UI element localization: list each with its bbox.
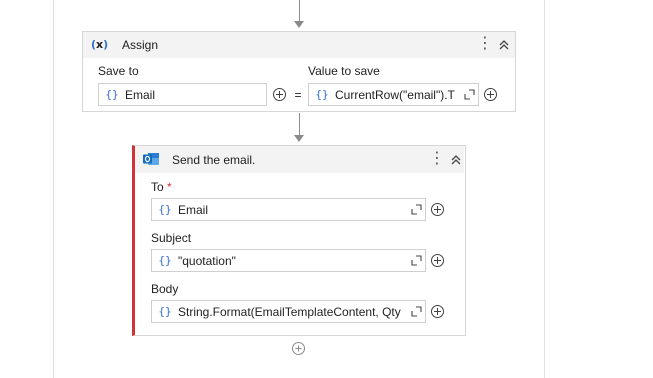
connector-line xyxy=(299,0,300,22)
expression-braces-icon: {} xyxy=(158,203,172,216)
assign-activity[interactable]: (x) Assign ⋮ Save to Value to save {} Em… xyxy=(82,31,516,112)
equals-sign: = xyxy=(294,88,302,102)
connector-line xyxy=(299,113,300,136)
save-to-plus-button[interactable] xyxy=(268,83,290,106)
value-to-save-value[interactable]: CurrentRow("email").T xyxy=(335,88,460,102)
add-activity-button[interactable] xyxy=(292,342,305,355)
to-plus-button[interactable] xyxy=(426,198,448,221)
collapse-icon[interactable] xyxy=(449,153,463,167)
body-value[interactable]: String.Format(EmailTemplateContent, Qty xyxy=(178,305,407,319)
more-options-icon[interactable]: ⋮ xyxy=(429,151,445,167)
outlook-icon xyxy=(143,152,160,166)
to-label-text: To xyxy=(151,180,164,194)
to-label: To * xyxy=(151,180,172,194)
plus-circle-icon xyxy=(430,254,444,267)
body-plus-button[interactable] xyxy=(426,300,448,323)
expression-braces-icon: {} xyxy=(158,254,172,267)
plus-circle-icon xyxy=(272,88,286,101)
required-marker: * xyxy=(167,180,172,194)
subject-field[interactable]: {} "quotation" xyxy=(151,249,426,272)
expand-icon[interactable] xyxy=(460,89,478,100)
subject-label: Subject xyxy=(151,231,192,245)
save-to-field[interactable]: {} Email xyxy=(98,83,267,106)
save-to-value[interactable]: Email xyxy=(125,88,266,102)
subject-plus-button[interactable] xyxy=(426,249,448,272)
body-field[interactable]: {} String.Format(EmailTemplateContent, Q… xyxy=(151,300,426,323)
expression-braces-icon: {} xyxy=(158,305,172,318)
more-options-icon[interactable]: ⋮ xyxy=(477,36,493,52)
expression-braces-icon: {} xyxy=(105,88,119,101)
send-email-activity[interactable]: Send the email. ⋮ To * {} Email Subject … xyxy=(132,145,466,336)
expand-icon[interactable] xyxy=(407,306,425,317)
expression-braces-icon: {} xyxy=(315,88,329,101)
expand-icon[interactable] xyxy=(407,255,425,266)
plus-icon xyxy=(295,345,302,352)
value-to-save-field[interactable]: {} CurrentRow("email").T xyxy=(308,83,479,106)
plus-circle-icon xyxy=(483,88,497,101)
connector-arrow xyxy=(294,135,304,142)
collapse-icon[interactable] xyxy=(497,38,511,52)
value-to-save-label: Value to save xyxy=(308,64,380,78)
value-plus-button[interactable] xyxy=(479,83,501,106)
to-field[interactable]: {} Email xyxy=(151,198,426,221)
variable-x-icon: (x) xyxy=(91,38,109,51)
body-label: Body xyxy=(151,282,179,296)
connector-arrow xyxy=(294,21,304,28)
subject-value[interactable]: "quotation" xyxy=(178,254,407,268)
save-to-label: Save to xyxy=(98,64,139,78)
to-value[interactable]: Email xyxy=(178,203,407,217)
send-email-title: Send the email. xyxy=(172,153,256,167)
expand-icon[interactable] xyxy=(407,204,425,215)
plus-circle-icon xyxy=(430,305,444,318)
assign-title: Assign xyxy=(122,38,159,52)
plus-circle-icon xyxy=(430,203,444,216)
